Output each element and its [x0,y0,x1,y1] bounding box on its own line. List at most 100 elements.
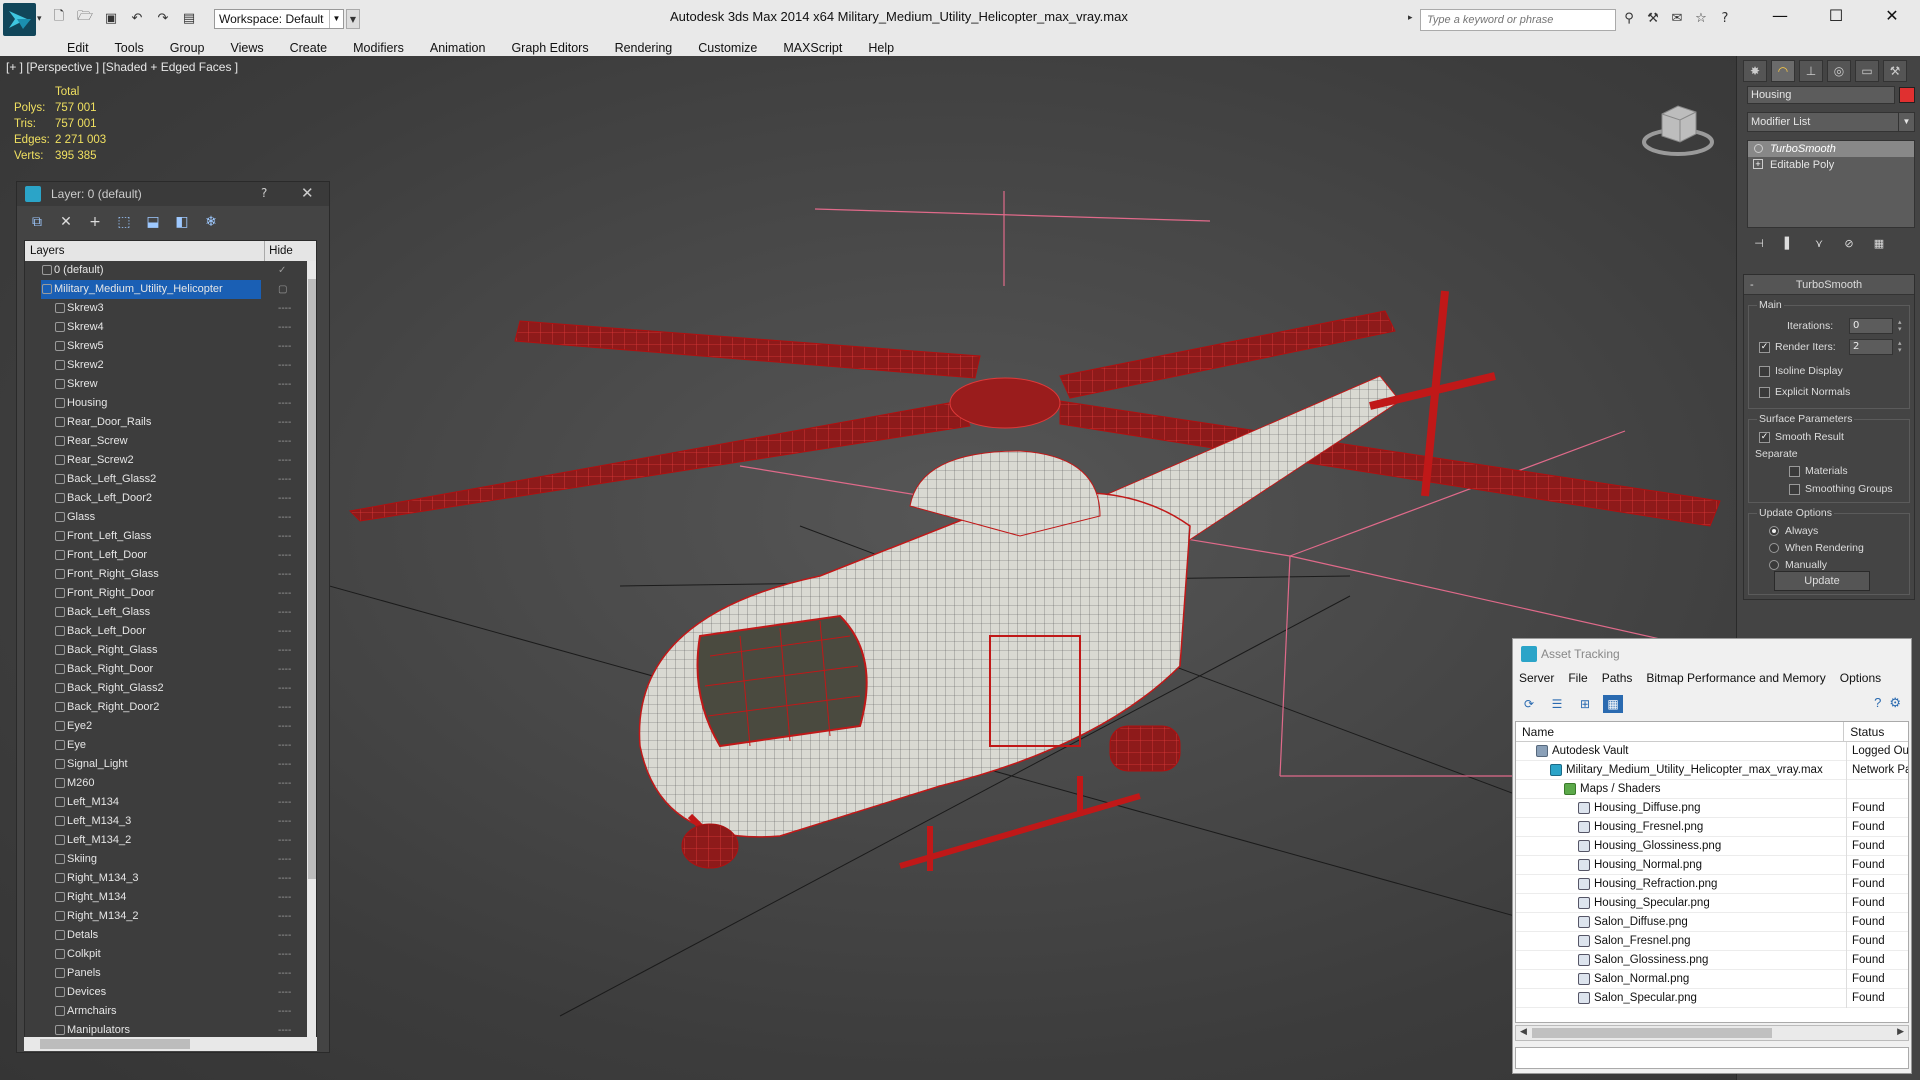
manually-radio[interactable] [1769,560,1779,570]
iterations-spinner[interactable]: 0 [1849,318,1904,334]
layer-row[interactable]: Skiing ---- [25,850,316,869]
modify-tab-icon[interactable]: ◠ [1771,60,1795,82]
workspace-dropdown[interactable]: Workspace: Default ▼ [214,9,344,29]
help-icon[interactable]: ? [1874,695,1881,711]
layer-row[interactable]: Front_Left_Door ---- [25,546,316,565]
delete-layer-icon[interactable]: ✕ [56,212,76,232]
hide-toggle[interactable]: ---- [278,964,291,983]
layer-row[interactable]: Front_Left_Glass ---- [25,527,316,546]
object-name-field[interactable]: Housing [1747,86,1895,104]
status-column-header[interactable]: Status [1844,722,1908,741]
layer-row[interactable]: Left_M134_2 ---- [25,831,316,850]
layer-row[interactable]: Right_M134 ---- [25,888,316,907]
help-icon[interactable]: ? [1716,9,1734,27]
hide-toggle[interactable]: ---- [278,603,291,622]
hide-all-layers-icon[interactable]: ◧ [172,212,192,232]
maximize-button[interactable]: ☐ [1808,0,1864,30]
refresh-icon[interactable]: ⟳ [1519,695,1539,713]
hide-toggle[interactable]: ---- [278,774,291,793]
layer-row[interactable]: Rear_Screw2 ---- [25,451,316,470]
hide-toggle[interactable]: ---- [278,736,291,755]
toolbar-overflow-icon[interactable]: ▼ [346,9,360,29]
layer-row[interactable]: Front_Right_Glass ---- [25,565,316,584]
hide-toggle[interactable]: ---- [278,755,291,774]
asset-row[interactable]: Housing_Diffuse.png Found [1516,799,1908,818]
update-button[interactable]: Update [1774,571,1870,591]
hide-toggle[interactable]: ▢ [278,280,287,299]
layer-row[interactable]: Colkpit ---- [25,945,316,964]
smoothing-groups-checkbox[interactable] [1789,484,1800,495]
hide-toggle[interactable]: ---- [278,299,291,318]
layer-row[interactable]: Rear_Door_Rails ---- [25,413,316,432]
hide-toggle[interactable]: ---- [278,622,291,641]
hide-toggle[interactable]: ---- [278,565,291,584]
asset-row[interactable]: Salon_Glossiness.png Found [1516,951,1908,970]
menu-item-animation[interactable]: Animation [417,41,499,55]
layer-panel-close-button[interactable]: ✕ [301,184,314,202]
layer-row[interactable]: Back_Right_Glass2 ---- [25,679,316,698]
asset-menu-file[interactable]: File [1568,671,1587,685]
object-color-swatch[interactable] [1899,87,1915,103]
scroll-thumb[interactable] [1532,1028,1772,1038]
modifier-on-icon[interactable] [1754,144,1763,153]
layer-row[interactable]: Right_M134_3 ---- [25,869,316,888]
layer-row[interactable]: Back_Right_Door ---- [25,660,316,679]
modifier-stack-item[interactable]: + Editable Poly [1748,157,1914,173]
asset-table-horizontal-scrollbar[interactable]: ◀ ▶ [1515,1025,1909,1041]
context-help-icon[interactable]: ⚙ [1889,695,1901,711]
asset-tracking-titlebar[interactable]: Asset Tracking — ☐ ✕ [1513,639,1911,669]
menu-item-edit[interactable]: Edit [54,41,102,55]
layer-row[interactable]: Skrew5 ---- [25,337,316,356]
freeze-all-layers-icon[interactable]: ❄ [201,212,221,232]
hide-toggle[interactable]: ---- [278,470,291,489]
create-layer-icon[interactable]: ⧉ [27,212,47,232]
layer-row[interactable]: Back_Right_Door2 ---- [25,698,316,717]
search-input[interactable] [1420,9,1616,31]
modifier-stack[interactable]: TurboSmooth + Editable Poly [1747,140,1915,228]
hide-toggle[interactable]: ---- [278,489,291,508]
search-caret-icon[interactable]: ▸ [1408,13,1413,23]
menu-item-help[interactable]: Help [855,41,907,55]
asset-row[interactable]: Housing_Fresnel.png Found [1516,818,1908,837]
new-file-icon[interactable]: 🗋 [50,9,68,27]
layer-row[interactable]: Back_Left_Glass2 ---- [25,470,316,489]
scroll-left-icon[interactable]: ◀ [1520,1026,1527,1037]
utilities-tab-icon[interactable]: ⚒ [1883,60,1907,82]
hide-toggle[interactable]: ---- [278,793,291,812]
layer-row[interactable]: Glass ---- [25,508,316,527]
hide-toggle[interactable]: ---- [278,375,291,394]
layer-row[interactable]: Housing ---- [25,394,316,413]
layer-row[interactable]: Skrew2 ---- [25,356,316,375]
hide-toggle[interactable]: ---- [278,356,291,375]
communication-icon[interactable]: ✉ [1668,9,1686,27]
menu-item-create[interactable]: Create [277,41,341,55]
layer-row[interactable]: Right_M134_2 ---- [25,907,316,926]
layer-row[interactable]: Devices ---- [25,983,316,1002]
hide-toggle[interactable]: ---- [278,926,291,945]
menu-item-tools[interactable]: Tools [102,41,157,55]
hide-toggle[interactable]: ---- [278,907,291,926]
asset-menu-server[interactable]: Server [1519,671,1554,685]
always-radio[interactable] [1769,526,1779,536]
asset-row[interactable]: Housing_Refraction.png Found [1516,875,1908,894]
close-button[interactable]: ✕ [1864,0,1920,30]
project-folder-icon[interactable]: ▤ [180,9,198,27]
layer-row[interactable]: Eye ---- [25,736,316,755]
hide-column-header[interactable]: Hide [265,241,297,261]
when-rendering-radio[interactable] [1769,543,1779,553]
layer-row[interactable]: Armchairs ---- [25,1002,316,1021]
layer-panel-titlebar[interactable]: Layer: 0 (default) [17,182,329,206]
app-logo-button[interactable] [3,3,36,36]
binoculars-icon[interactable]: ⚲ [1620,9,1638,27]
name-column-header[interactable]: Name [1516,722,1845,741]
hide-toggle[interactable]: ---- [278,1002,291,1021]
hide-toggle[interactable]: ---- [278,869,291,888]
menu-item-group[interactable]: Group [157,41,218,55]
hide-toggle[interactable]: ---- [278,812,291,831]
hide-toggle[interactable]: ---- [278,717,291,736]
minimize-button[interactable]: — [1752,0,1808,30]
menu-item-modifiers[interactable]: Modifiers [340,41,417,55]
layer-row[interactable]: M260 ---- [25,774,316,793]
layer-row[interactable]: 0 (default) ✓ [25,261,316,280]
redo-icon[interactable]: ↷ [154,9,172,27]
